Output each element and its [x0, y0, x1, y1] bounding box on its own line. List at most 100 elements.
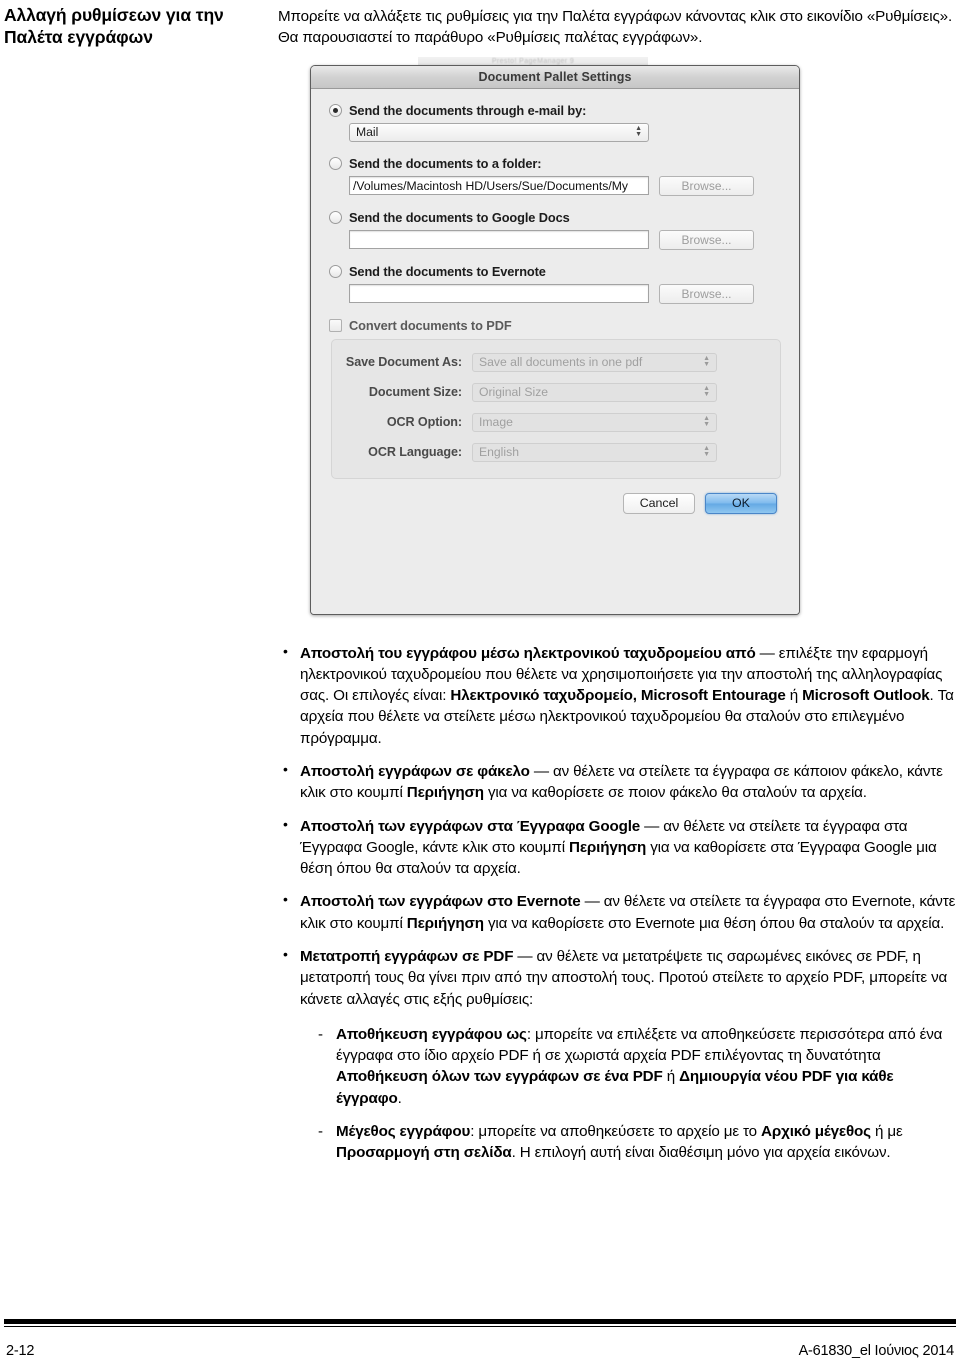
emphasis-text: Αποθήκευση εγγράφου ως	[336, 1025, 527, 1043]
pdf-settings-group: Save Document As: Save all documents in …	[331, 338, 781, 479]
ocr-language-popup[interactable]: English ▲ ▼	[472, 442, 717, 462]
document-id: A-61830_el Ιούνιος 2014	[798, 1343, 955, 1359]
radio-email-icon[interactable]	[329, 103, 342, 117]
row-ocr-option: OCR Option: Image ▲ ▼	[338, 412, 766, 432]
field-row-email: Mail ▲ ▼	[349, 122, 781, 142]
body-text: : μπορείτε να αποθηκεύσετε το αρχείο με …	[470, 1122, 762, 1140]
emphasis-text: Αποστολή εγγράφων σε φάκελο	[300, 762, 530, 780]
dialog-titlebar: Document Pallet Settings	[311, 65, 799, 89]
popup-arrows-icon: ▲ ▼	[703, 415, 710, 429]
folder-path-input[interactable]: /Volumes/Macintosh HD/Users/Sue/Document…	[349, 176, 649, 196]
document-page: Αλλαγή ρυθμίσεων για την Παλέτα εγγράφων…	[0, 0, 960, 1369]
emphasis-text: Μέγεθος εγγράφου	[336, 1122, 471, 1140]
list-item-google-docs: Αποστολή των εγγράφων στα Έγγραφα Google…	[278, 815, 956, 880]
intro-paragraph: Μπορείτε να αλλάξετε τις ρυθμίσεις για τ…	[278, 8, 953, 47]
emphasis-text: Προσαρμογή στη σελίδα	[336, 1144, 512, 1162]
document-pallet-settings-dialog: Document Pallet Settings Send the docume…	[310, 64, 800, 615]
page-title: Αλλαγή ρυθμίσεων για την Παλέτα εγγράφων	[4, 5, 224, 48]
radio-row-google-docs[interactable]: Send the documents to Google Docs	[329, 210, 781, 225]
save-document-as-popup[interactable]: Save all documents in one pdf ▲ ▼	[472, 352, 717, 372]
radio-evernote-icon[interactable]	[329, 264, 342, 278]
body-text: .	[397, 1089, 402, 1107]
popup-arrows-icon: ▲ ▼	[703, 445, 710, 459]
field-row-google-docs: Browse...	[349, 229, 781, 250]
row-ocr-language: OCR Language: English ▲ ▼	[338, 442, 766, 462]
dialog-action-bar: Cancel OK	[329, 492, 781, 514]
radio-row-evernote[interactable]: Send the documents to Evernote	[329, 264, 781, 279]
emphasis-text: Microsoft Outlook	[802, 687, 930, 705]
emphasis-text: Αποθήκευση όλων των εγγράφων σε ένα PDF	[336, 1068, 663, 1086]
document-size-popup[interactable]: Original Size ▲ ▼	[472, 382, 717, 402]
body-text: . Η επιλογή αυτή είναι διαθέσιμη μόνο γι…	[511, 1144, 891, 1162]
document-size-label: Document Size:	[368, 385, 462, 400]
list-item-evernote: Αποστολή των εγγράφων στο Evernote — αν …	[278, 890, 956, 934]
body-text: ή με	[870, 1122, 903, 1140]
emphasis-text: Αποστολή των εγγράφων στα Έγγραφα Google	[300, 817, 641, 835]
google-docs-browse-button[interactable]: Browse...	[659, 229, 754, 250]
sub-list: Αποθήκευση εγγράφου ως: μπορείτε να επιλ…	[300, 1024, 956, 1164]
list-item-email: Αποστολή του εγγράφου μέσω ηλεκτρονικού …	[278, 642, 956, 749]
row-document-size: Document Size: Original Size ▲ ▼	[338, 382, 766, 402]
list-item-folder: Αποστολή εγγράφων σε φάκελο — αν θέλετε …	[278, 760, 956, 804]
ocr-option-value: Image	[479, 415, 513, 430]
page-footer: 2-12 A-61830_el Ιούνιος 2014	[6, 1343, 954, 1359]
save-document-as-label: Save Document As:	[345, 355, 462, 370]
evernote-browse-button[interactable]: Browse...	[659, 283, 754, 304]
ocr-language-value: English	[479, 445, 519, 460]
list-item-pdf: Μετατροπή εγγράφων σε PDF — αν θέλετε να…	[278, 945, 956, 1164]
popup-arrows-icon: ▲ ▼	[703, 355, 710, 369]
radio-row-folder[interactable]: Send the documents to a folder:	[329, 156, 781, 171]
sub-list-item-document-size: Μέγεθος εγγράφου: μπορείτε να αποθηκεύσε…	[300, 1121, 956, 1164]
body-text: για να καθορίσετε στο Evernote μια θέση …	[483, 914, 945, 932]
convert-to-pdf-checkbox-icon[interactable]	[329, 318, 342, 332]
ok-button[interactable]: OK	[705, 492, 777, 514]
radio-google-docs-icon[interactable]	[329, 210, 342, 224]
email-client-popup[interactable]: Mail ▲ ▼	[349, 122, 649, 142]
folder-browse-button[interactable]: Browse...	[659, 175, 754, 196]
email-client-value: Mail	[356, 125, 379, 140]
emphasis-text: Ηλεκτρονικό ταχυδρομείο, Microsoft Entou…	[450, 687, 786, 705]
emphasis-text: Αποστολή του εγγράφου μέσω ηλεκτρονικού …	[300, 644, 756, 662]
popup-arrows-icon: ▲ ▼	[635, 125, 642, 139]
cancel-button[interactable]: Cancel	[623, 492, 695, 514]
dialog-body: Send the documents through e-mail by: Ma…	[311, 88, 799, 614]
dialog-title: Document Pallet Settings	[478, 69, 632, 84]
body-text: ή	[785, 687, 803, 705]
radio-folder-icon[interactable]	[329, 156, 342, 170]
ocr-option-popup[interactable]: Image ▲ ▼	[472, 412, 717, 432]
ocr-language-label: OCR Language:	[368, 445, 462, 460]
content-column: Μπορείτε να αλλάξετε τις ρυθμίσεις για τ…	[278, 0, 956, 1179]
radio-evernote-label: Send the documents to Evernote	[349, 263, 546, 279]
ocr-option-label: OCR Option:	[386, 415, 462, 430]
emphasis-text: Περιήγηση	[569, 838, 647, 856]
convert-to-pdf-label: Convert documents to PDF	[349, 317, 512, 333]
settings-description-list: Αποστολή του εγγράφου μέσω ηλεκτρονικού …	[278, 642, 956, 1164]
field-row-folder: /Volumes/Macintosh HD/Users/Sue/Document…	[349, 175, 781, 196]
sub-list-item-save-document-as: Αποθήκευση εγγράφου ως: μπορείτε να επιλ…	[300, 1024, 956, 1109]
dialog-screenshot-figure: Presto! PageManager 9 Document Pallet Se…	[300, 56, 800, 617]
radio-email-label: Send the documents through e-mail by:	[349, 102, 587, 118]
body-text: ή	[662, 1068, 680, 1086]
convert-to-pdf-row[interactable]: Convert documents to PDF	[329, 318, 781, 333]
emphasis-text: Αποστολή των εγγράφων στο Evernote	[300, 893, 581, 911]
emphasis-text: Μετατροπή εγγράφων σε PDF	[300, 947, 514, 965]
radio-google-docs-label: Send the documents to Google Docs	[349, 209, 570, 225]
footer-rule-thin	[4, 1325, 956, 1327]
save-document-as-value: Save all documents in one pdf	[479, 355, 643, 370]
google-docs-path-input[interactable]	[349, 230, 649, 250]
folder-path-value: /Volumes/Macintosh HD/Users/Sue/Document…	[353, 178, 628, 193]
field-row-evernote: Browse...	[349, 283, 781, 304]
page-number: 2-12	[6, 1343, 35, 1359]
row-save-document-as: Save Document As: Save all documents in …	[338, 352, 766, 372]
document-size-value: Original Size	[479, 385, 549, 400]
emphasis-text: Περιήγηση	[406, 784, 484, 802]
heading-column: Αλλαγή ρυθμίσεων για την Παλέτα εγγράφων	[4, 4, 262, 48]
evernote-path-input[interactable]	[349, 284, 649, 304]
emphasis-text: Περιήγηση	[406, 914, 484, 932]
body-text: για να καθορίσετε σε ποιον φάκελο θα στα…	[483, 784, 867, 802]
radio-folder-label: Send the documents to a folder:	[349, 155, 542, 171]
popup-arrows-icon: ▲ ▼	[703, 385, 710, 399]
radio-row-email[interactable]: Send the documents through e-mail by:	[329, 103, 781, 118]
emphasis-text: Αρχικό μέγεθος	[761, 1122, 871, 1140]
footer-divider	[4, 1318, 956, 1327]
